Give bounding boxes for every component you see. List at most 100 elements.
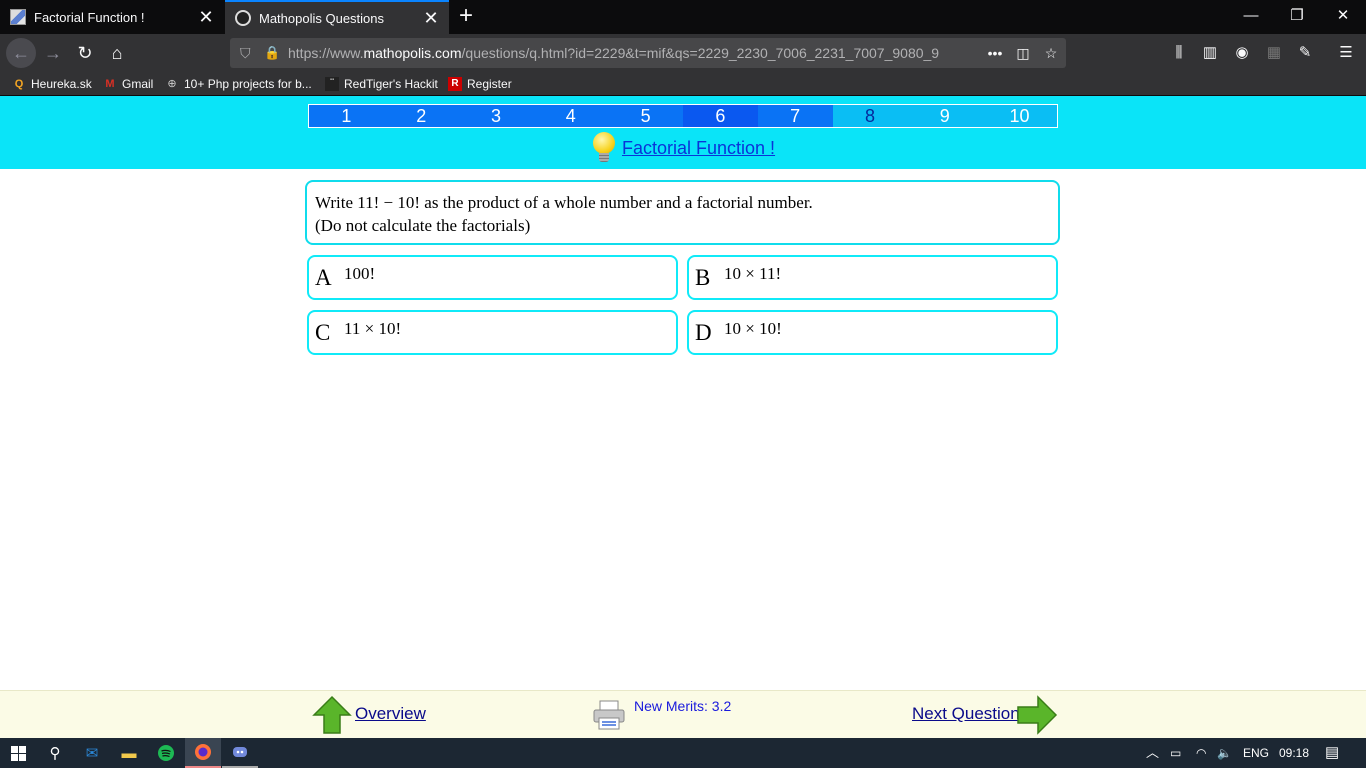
- tab-favicon: [10, 9, 26, 25]
- bookmark-register[interactable]: R Register: [448, 74, 512, 94]
- question-nav-5[interactable]: 5: [608, 105, 683, 127]
- question-nav-7[interactable]: 7: [757, 105, 833, 127]
- question-nav-8[interactable]: 8: [832, 105, 908, 127]
- bookmark-heureka[interactable]: Q Heureka.sk: [12, 74, 92, 94]
- lock-icon[interactable]: 🔒: [264, 38, 280, 68]
- question-box: Write 11! − 10! as the product of a whol…: [305, 180, 1060, 245]
- register-icon: R: [448, 77, 462, 91]
- clock[interactable]: 09:18: [1279, 738, 1309, 768]
- bookmark-gmail[interactable]: M Gmail: [103, 74, 153, 94]
- question-text: Write 11! − 10! as the product of a whol…: [315, 193, 813, 212]
- tray-expand-icon[interactable]: ︿: [1146, 738, 1159, 768]
- tab-favicon: [235, 10, 251, 26]
- answer-option-b[interactable]: B 10 × 11!: [687, 255, 1058, 300]
- answer-option-d[interactable]: D 10 × 10!: [687, 310, 1058, 355]
- back-button[interactable]: ←: [6, 38, 36, 68]
- navigation-toolbar: ← → ↻ ⌂ ⛉ 🔒 https://www.mathopolis.com/q…: [0, 34, 1366, 72]
- topic-title: Factorial Function !: [591, 132, 775, 164]
- minimize-button[interactable]: —: [1228, 0, 1274, 34]
- search-icon[interactable]: ⚲: [37, 738, 73, 768]
- menu-icon[interactable]: ☰: [1337, 44, 1355, 62]
- forward-button[interactable]: →: [38, 38, 68, 68]
- windows-start-icon[interactable]: [0, 738, 36, 768]
- bookmark-label: RedTiger's Hackit: [344, 77, 438, 91]
- printer-icon[interactable]: [592, 699, 626, 731]
- mail-app-icon[interactable]: ✉: [74, 738, 110, 768]
- tab-factorial-function[interactable]: Factorial Function ! ✕: [0, 0, 224, 34]
- extension-icon[interactable]: ▦: [1265, 44, 1283, 62]
- windows-taskbar: ⚲ ✉ ▬ ︿ ▭ ◠ 🔈 ENG 09:18 ▤: [0, 738, 1366, 768]
- language-indicator[interactable]: ENG: [1243, 738, 1269, 768]
- pocket-icon[interactable]: ◫: [1010, 38, 1036, 68]
- lightbulb-icon: [591, 132, 617, 164]
- answer-value: 100!: [344, 264, 376, 283]
- answer-value: 10 × 10!: [724, 319, 782, 338]
- answer-letter: B: [695, 265, 711, 290]
- extension-pen-icon[interactable]: ✎: [1296, 44, 1314, 62]
- url-host: mathopolis.com: [363, 45, 462, 61]
- answer-option-a[interactable]: A 100!: [307, 255, 678, 300]
- discord-icon[interactable]: [222, 738, 258, 768]
- question-nav-3[interactable]: 3: [458, 105, 534, 127]
- sidebar-icon[interactable]: ▥: [1201, 44, 1219, 62]
- url-bar[interactable]: ⛉ 🔒 https://www.mathopolis.com/questions…: [230, 38, 1066, 68]
- bookmark-star-icon[interactable]: ☆: [1038, 38, 1064, 68]
- firefox-icon[interactable]: [185, 738, 221, 768]
- question-note: (Do not calculate the factorials): [315, 216, 531, 235]
- topic-link[interactable]: Factorial Function !: [622, 138, 775, 159]
- tab-strip: Factorial Function ! ✕ Mathopolis Questi…: [0, 0, 1366, 34]
- url-prefix: https://www.: [288, 45, 364, 61]
- tab-title: Factorial Function !: [34, 9, 145, 25]
- answer-letter: D: [695, 320, 712, 345]
- file-explorer-icon[interactable]: ▬: [111, 738, 147, 768]
- page-actions-icon[interactable]: •••: [982, 38, 1008, 68]
- url-text[interactable]: https://www.mathopolis.com/questions/q.h…: [288, 38, 948, 68]
- new-tab-button[interactable]: +: [454, 3, 478, 29]
- question-nav-1[interactable]: 1: [309, 105, 384, 127]
- bookmark-label: Gmail: [122, 77, 154, 91]
- tab-title: Mathopolis Questions: [259, 10, 385, 26]
- home-button[interactable]: ⌂: [102, 38, 132, 68]
- question-nav-9[interactable]: 9: [907, 105, 983, 127]
- next-question-link[interactable]: Next Question: [912, 704, 1020, 724]
- page-footer: Overview New Merits: 3.2 Next Question: [0, 690, 1366, 738]
- account-icon[interactable]: ◉: [1233, 44, 1251, 62]
- question-nav-10[interactable]: 10: [982, 105, 1057, 127]
- gmail-icon: M: [105, 78, 115, 90]
- close-window-button[interactable]: ✕: [1320, 0, 1366, 34]
- tab-mathopolis-questions[interactable]: Mathopolis Questions ✕: [225, 0, 449, 34]
- answer-letter: A: [315, 265, 332, 290]
- answer-value: 10 × 11!: [724, 264, 782, 283]
- library-icon[interactable]: ⫼: [1170, 44, 1188, 62]
- reload-button[interactable]: ↻: [70, 38, 100, 68]
- browser-window: { "tabs": [ {"title": "Factorial Functio…: [0, 0, 1366, 768]
- close-tab-icon[interactable]: ✕: [194, 7, 218, 28]
- answer-value: 11 × 10!: [344, 319, 402, 338]
- notifications-icon[interactable]: ▤: [1325, 738, 1339, 768]
- search-icon: Q: [14, 78, 24, 90]
- bookmark-label: Heureka.sk: [31, 77, 92, 91]
- next-arrow-right-icon[interactable]: [1016, 695, 1058, 735]
- question-navigator: 1 2 3 4 5 6 7 8 9 10: [308, 104, 1058, 128]
- globe-icon: ⊕: [167, 78, 177, 90]
- battery-icon[interactable]: ▭: [1170, 738, 1181, 768]
- site-header: 1 2 3 4 5 6 7 8 9 10 Factorial Function !: [0, 96, 1366, 169]
- bookmarks-bar: Q Heureka.sk M Gmail ⊕ 10+ Php projects …: [0, 72, 1366, 96]
- question-nav-6[interactable]: 6: [682, 105, 758, 127]
- question-nav-4[interactable]: 4: [533, 105, 609, 127]
- overview-link[interactable]: Overview: [355, 704, 426, 724]
- question-nav-2[interactable]: 2: [383, 105, 459, 127]
- close-tab-icon[interactable]: ✕: [419, 8, 443, 29]
- wifi-icon[interactable]: ◠: [1196, 738, 1206, 768]
- restore-button[interactable]: ❐: [1274, 0, 1320, 34]
- answer-option-c[interactable]: C 11 × 10!: [307, 310, 678, 355]
- bookmark-php-projects[interactable]: ⊕ 10+ Php projects for b...: [165, 74, 312, 94]
- bookmark-label: 10+ Php projects for b...: [184, 77, 312, 91]
- hackit-icon: ▪▪: [325, 77, 339, 91]
- bookmark-redtiger-hackit[interactable]: ▪▪ RedTiger's Hackit: [325, 74, 438, 94]
- volume-icon[interactable]: 🔈: [1217, 738, 1232, 768]
- spotify-icon[interactable]: [148, 738, 184, 768]
- overview-arrow-up-icon[interactable]: [312, 695, 352, 735]
- tracking-shield-icon[interactable]: ⛉: [240, 38, 251, 68]
- merits-text: New Merits: 3.2: [634, 698, 732, 714]
